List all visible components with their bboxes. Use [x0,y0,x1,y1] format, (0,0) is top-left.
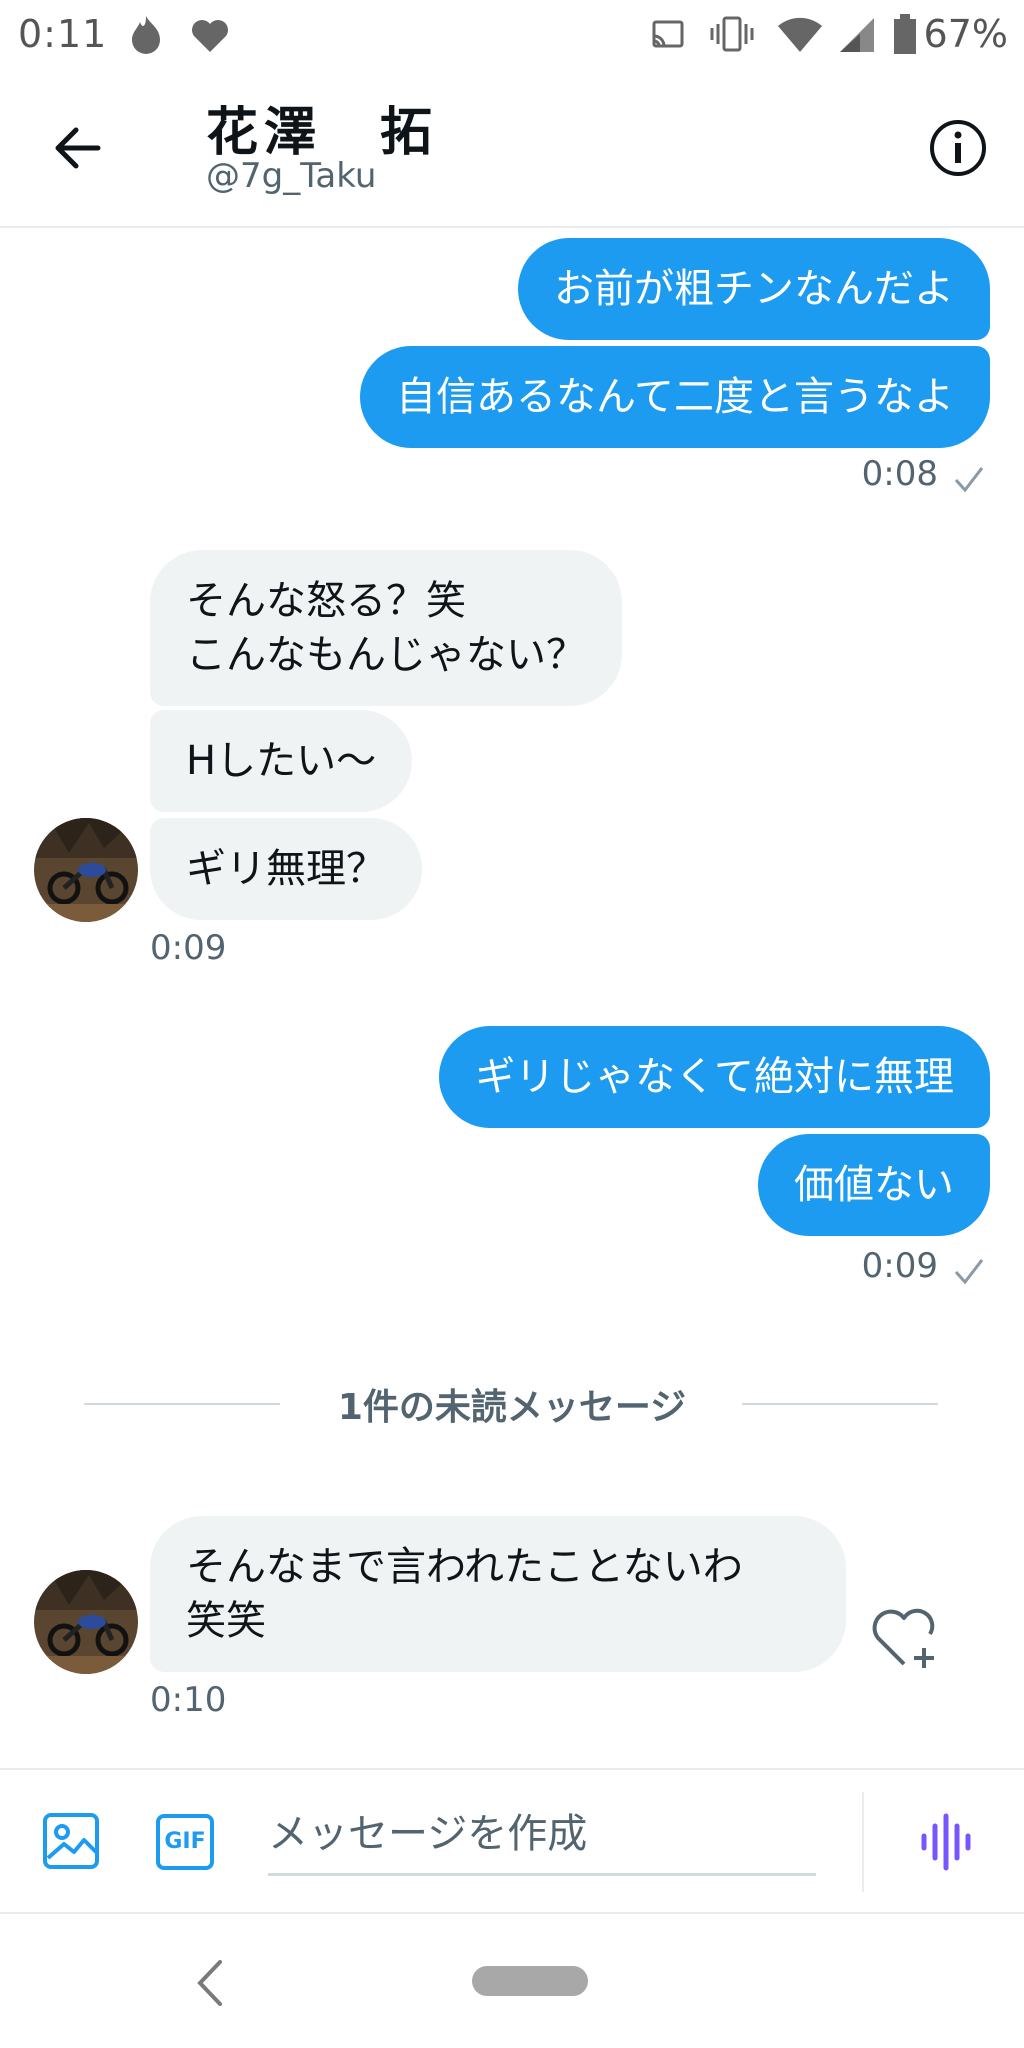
message-timestamp: 0:10 [150,1680,227,1720]
sent-message[interactable]: 価値ない [758,1134,990,1236]
image-icon[interactable] [42,1812,100,1870]
motorcycle-photo-icon [34,1570,138,1674]
received-message[interactable]: ギリ無理？ [150,818,422,920]
nav-home-pill[interactable] [472,1966,588,1996]
composer-separator [862,1792,864,1892]
heart-status-icon [192,20,228,52]
read-check-icon [954,1259,984,1285]
message-input[interactable] [268,1794,816,1876]
sent-message[interactable]: ギリじゃなくて絶対に無理 [439,1026,990,1128]
message-timestamp: 0:09 [861,1246,938,1286]
nav-back-icon[interactable] [190,1958,230,2008]
received-message[interactable]: そんなまで言われたことないわ 笑笑 [150,1516,846,1672]
message-composer: GIF [0,1768,1024,1914]
message-timestamp: 0:09 [150,928,227,968]
sent-message[interactable]: 自信あるなんて二度と言うなよ [360,346,990,448]
received-message[interactable]: そんな怒る？笑 こんなもんじゃない？ [150,550,622,706]
message-timestamp: 0:08 [861,454,938,494]
gif-button[interactable]: GIF [156,1814,214,1870]
sent-message[interactable]: お前が粗チンなんだよ [518,238,990,340]
wifi-icon [778,17,822,52]
vibrate-icon [710,16,754,52]
user-handle[interactable]: @7g_Taku [206,156,376,196]
conversation-header: 花澤 拓 @7g_Taku [0,72,1024,228]
status-time: 0:11 [18,12,108,56]
avatar[interactable] [34,1570,138,1674]
flame-icon [132,16,160,54]
back-arrow-icon[interactable] [48,116,112,180]
voice-message-icon[interactable] [918,1812,974,1872]
battery-icon [894,14,916,54]
battery-percent: 67% [923,12,1008,56]
motorcycle-photo-icon [34,818,138,922]
heart-add-reaction-icon[interactable] [870,1604,940,1670]
system-navigation-bar [0,1914,1024,2048]
cast-icon [652,20,684,48]
avatar[interactable] [34,818,138,922]
status-bar: 0:11 67% [0,0,1024,72]
received-message[interactable]: Hしたい〜 [150,710,413,812]
divider-line [742,1403,938,1405]
info-icon[interactable] [926,116,990,180]
read-check-icon [954,467,984,493]
conversation-title[interactable]: 花澤 拓 [206,90,438,165]
signal-icon [840,18,874,52]
